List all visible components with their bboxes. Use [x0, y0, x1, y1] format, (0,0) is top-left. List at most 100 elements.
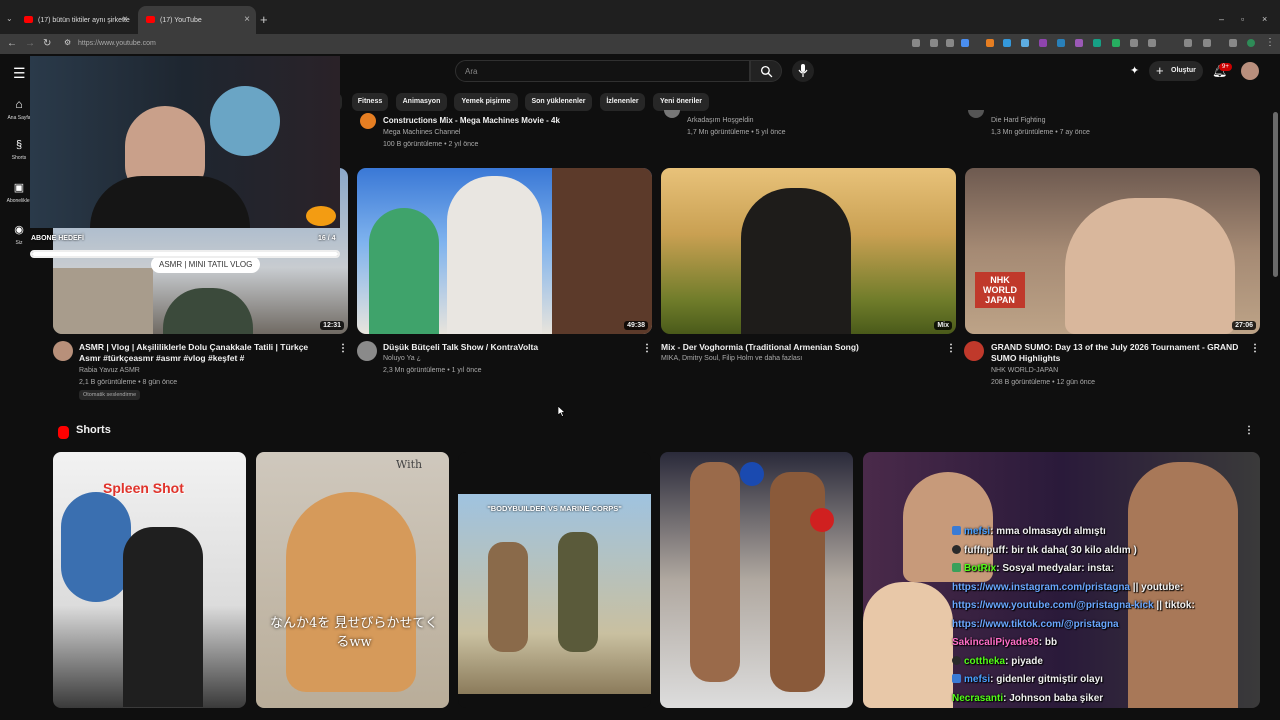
- video-title[interactable]: Mix - Der Voghormia (Traditional Armenia…: [661, 342, 931, 353]
- maximize-icon[interactable]: ▫: [1241, 14, 1244, 24]
- chat-message: : bir tık daha( 30 kilo aldım ): [1005, 544, 1137, 556]
- chat-badge-icon: [952, 655, 961, 665]
- minimize-icon[interactable]: –: [1219, 14, 1224, 24]
- extension-icon[interactable]: [1003, 39, 1011, 47]
- translate-icon[interactable]: [1021, 39, 1029, 47]
- guide-label: Ana Sayfa: [7, 115, 31, 121]
- webcam-lamp: [306, 206, 336, 226]
- video-thumbnail[interactable]: NHK WORLD JAPAN 27:06: [965, 168, 1260, 334]
- extension-icon[interactable]: [1093, 39, 1101, 47]
- chip-fitness[interactable]: Fitness: [352, 93, 388, 111]
- thumbnail-glove: [740, 462, 764, 486]
- channel-name[interactable]: Die Hard Fighting: [991, 117, 1045, 124]
- short-thumbnail[interactable]: Spleen Shot: [53, 452, 246, 708]
- close-tab-icon[interactable]: ×: [244, 14, 250, 25]
- page-scrollbar[interactable]: [1273, 112, 1278, 277]
- account-avatar[interactable]: [1241, 62, 1259, 80]
- channel-name[interactable]: MIKA, Dmitry Soul, Filip Holm ve daha fa…: [661, 355, 802, 362]
- video-thumbnail[interactable]: 49:38: [357, 168, 652, 334]
- extension-icon[interactable]: [1130, 39, 1138, 47]
- site-info-icon[interactable]: ⚙: [64, 38, 71, 47]
- channel-avatar[interactable]: [968, 110, 984, 118]
- video-menu-icon[interactable]: ⋮: [946, 343, 956, 354]
- extensions-puzzle-icon[interactable]: [1184, 39, 1192, 47]
- video-menu-icon[interactable]: ⋮: [1250, 343, 1260, 354]
- hide-icon[interactable]: [946, 39, 954, 47]
- voice-search-button[interactable]: [792, 60, 814, 82]
- chip-izlenenler[interactable]: İzlenenler: [600, 93, 645, 111]
- video-title[interactable]: GRAND SUMO: Day 13 of the July 2026 Tour…: [991, 342, 1246, 364]
- chip-yemek-pisirme[interactable]: Yemek pişirme: [454, 93, 518, 111]
- extension-icon[interactable]: [1148, 39, 1156, 47]
- hamburger-menu-icon[interactable]: ☰: [13, 65, 26, 82]
- channel-avatar[interactable]: [664, 110, 680, 118]
- extension-icon[interactable]: [1057, 39, 1065, 47]
- chat-link[interactable]: https://www.tiktok.com/@pristagna: [952, 619, 1119, 630]
- short-thumbnail[interactable]: "BODYBUILDER VS MARINE CORPS": [458, 452, 651, 708]
- channel-avatar[interactable]: [964, 341, 984, 361]
- channel-name[interactable]: Arkadaşım Hoşgeldin: [687, 117, 754, 124]
- video-thumbnail[interactable]: Mix: [661, 168, 956, 334]
- new-tab-icon[interactable]: +: [260, 12, 268, 27]
- cast-icon[interactable]: [930, 39, 938, 47]
- chat-badge-icon: [952, 563, 961, 572]
- chip-animasyon[interactable]: Animasyon: [396, 93, 447, 111]
- video-meta: 100 B görüntüleme • 2 yıl önce: [383, 141, 479, 148]
- browser-tab-1[interactable]: (17) bütün tiktiler aynı şirkette ×: [16, 6, 134, 34]
- thumbnail-wrestlers: [1065, 198, 1235, 334]
- extension-icon[interactable]: [1075, 39, 1083, 47]
- subscriber-goal-bar: [30, 250, 340, 258]
- browser-tab-2[interactable]: (17) YouTube ×: [138, 6, 256, 34]
- thumbnail-person: [447, 176, 542, 334]
- search-input[interactable]: Ara: [455, 60, 750, 82]
- extension-icon[interactable]: [986, 39, 994, 47]
- extension-icon[interactable]: [1039, 39, 1047, 47]
- video-title[interactable]: Düşük Bütçeli Talk Show / KontraVolta: [383, 342, 628, 353]
- channel-name[interactable]: Rabia Yavuz ASMR: [79, 367, 140, 374]
- window-close-icon[interactable]: ×: [1262, 14, 1267, 24]
- browser-menu-icon[interactable]: ⋮: [1265, 37, 1275, 48]
- zoom-icon[interactable]: [912, 39, 920, 47]
- channel-avatar[interactable]: [360, 113, 376, 129]
- video-title[interactable]: ASMR | Vlog | Akşililiklerle Dolu Çanakk…: [79, 342, 324, 364]
- channel-name[interactable]: Mega Machines Channel: [383, 129, 460, 136]
- video-title[interactable]: Constructions Mix - Mega Machines Movie …: [383, 116, 560, 125]
- thumbnail-glove: [810, 508, 834, 532]
- create-button[interactable]: + Oluştur: [1149, 61, 1203, 81]
- reload-icon[interactable]: ↻: [43, 38, 51, 49]
- forward-icon[interactable]: →: [25, 38, 35, 49]
- chip-yeni-oneriler[interactable]: Yeni öneriler: [653, 93, 709, 111]
- channel-name[interactable]: NHK WORLD-JAPAN: [991, 367, 1058, 374]
- url-field[interactable]: https://www.youtube.com: [78, 40, 156, 47]
- chat-link[interactable]: https://www.instagram.com/pristagna: [952, 582, 1130, 593]
- thumbnail-person: [488, 542, 528, 652]
- profile-avatar-icon[interactable]: [1247, 39, 1255, 47]
- tab-search-icon[interactable]: ⌄: [6, 14, 13, 23]
- extension-icon[interactable]: [1112, 39, 1120, 47]
- sidebar-icon[interactable]: [1229, 39, 1237, 47]
- chat-badge-icon: [952, 544, 961, 554]
- channel-avatar[interactable]: [53, 341, 73, 361]
- youtube-favicon-icon: [24, 16, 33, 23]
- chat-link[interactable]: https://www.youtube.com/@pristagna-kick: [952, 600, 1154, 611]
- thumbnail-fighter: [690, 462, 740, 682]
- auto-dubbed-badge: Otomatik seslendirme: [79, 390, 141, 400]
- chat-badge-icon: [952, 674, 961, 683]
- video-meta: 208 B görüntüleme • 12 gün önce: [991, 379, 1096, 386]
- search-button[interactable]: [750, 60, 782, 82]
- chip-son-yuklenenler[interactable]: Son yüklenenler: [525, 93, 592, 111]
- extension-hand-icon[interactable]: ✦: [1130, 64, 1139, 77]
- chat-username: fuffnpuff: [964, 544, 1006, 556]
- back-icon[interactable]: ←: [7, 38, 17, 49]
- close-tab-icon[interactable]: ×: [122, 14, 128, 25]
- short-thumbnail[interactable]: [660, 452, 853, 708]
- channel-name[interactable]: Noluyo Ya ¿: [383, 355, 421, 362]
- video-menu-icon[interactable]: ⋮: [642, 343, 652, 354]
- channel-avatar[interactable]: [357, 341, 377, 361]
- bookmark-star-icon[interactable]: [961, 39, 969, 47]
- downloads-icon[interactable]: [1203, 39, 1211, 47]
- shorts-menu-icon[interactable]: ⋮: [1244, 425, 1254, 436]
- thumbnail-person: [369, 208, 439, 334]
- short-thumbnail[interactable]: With なんか4を 見せびらかせてくるww: [256, 452, 449, 708]
- video-menu-icon[interactable]: ⋮: [338, 343, 348, 354]
